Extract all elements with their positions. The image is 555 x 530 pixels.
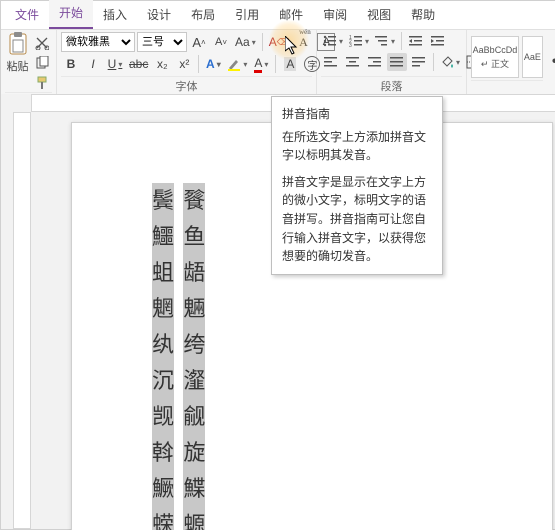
tab-help[interactable]: 帮助: [401, 0, 445, 29]
font-family-select[interactable]: 微软雅黑: [61, 32, 135, 52]
tab-home[interactable]: 开始: [49, 0, 93, 29]
underline-button[interactable]: U: [105, 55, 125, 73]
font-size-select[interactable]: 三号: [137, 32, 187, 52]
copy-button[interactable]: [32, 54, 52, 72]
align-dist-icon: [412, 56, 426, 68]
align-justify-button[interactable]: [387, 53, 407, 71]
char-shading-button[interactable]: A: [280, 55, 300, 73]
char[interactable]: 觊: [152, 399, 174, 435]
align-left-icon: [324, 56, 338, 68]
font-grow-button[interactable]: A˄: [189, 33, 209, 51]
align-center-button[interactable]: [343, 53, 363, 71]
tooltip-text1: 在所选文字上方添加拼音文字以标明其发音。: [282, 128, 432, 165]
char[interactable]: 魍: [152, 291, 174, 327]
char[interactable]: 餮: [183, 183, 205, 219]
highlight-icon: [227, 57, 241, 71]
style-normal-label: ↵ 正文: [481, 57, 509, 70]
tab-file[interactable]: 文件: [5, 0, 49, 29]
bullets-icon: [323, 35, 337, 47]
tooltip-text2: 拼音文字是显示在文字上方的微小文字，标明文字的语音拼写。拼音指南可让您自行输入拼…: [282, 173, 432, 266]
tab-review[interactable]: 审阅: [313, 0, 357, 29]
subscript-button[interactable]: x₂: [152, 55, 172, 73]
indent-dec-icon: [409, 35, 423, 47]
pinyin-guide-button[interactable]: wénA: [293, 33, 313, 51]
text-column-1[interactable]: 鬓鱷蛆魍纨沉觊斡鱖蝾: [152, 183, 174, 530]
tab-references[interactable]: 引用: [225, 0, 269, 29]
ribbon: 粘贴 剪贴板 微软雅黑 三号 A˄ A˅ Aa: [1, 30, 555, 96]
numbering-button[interactable]: 123: [347, 32, 371, 50]
svg-text:3: 3: [349, 43, 352, 47]
text-effects-button[interactable]: A: [203, 55, 223, 73]
char[interactable]: 鰈: [183, 471, 205, 507]
scissors-icon: [35, 36, 49, 50]
cut-button[interactable]: [32, 34, 52, 52]
char[interactable]: 旋: [183, 435, 205, 471]
font-group-label: 字体: [61, 76, 312, 95]
char[interactable]: 螈: [183, 507, 205, 530]
change-case-button[interactable]: Aa: [233, 33, 258, 51]
char[interactable]: 斡: [152, 435, 174, 471]
align-left-button[interactable]: [321, 53, 341, 71]
tab-view[interactable]: 视图: [357, 0, 401, 29]
char[interactable]: 蝾: [152, 507, 174, 530]
ruler-vertical[interactable]: [13, 112, 31, 529]
style-normal-preview: AaBbCcDd: [473, 45, 518, 55]
tab-layout[interactable]: 布局: [181, 0, 225, 29]
shading-button[interactable]: [438, 53, 462, 71]
highlight-button[interactable]: [225, 55, 249, 73]
clipboard-icon: [7, 32, 29, 56]
style-second-preview: AaE: [524, 52, 541, 62]
superscript-button[interactable]: x²: [174, 55, 194, 73]
strike-button[interactable]: abc: [127, 55, 150, 73]
font-shrink-button[interactable]: A˅: [211, 33, 231, 51]
paste-label: 粘贴: [7, 58, 29, 74]
align-right-button[interactable]: [365, 53, 385, 71]
align-distribute-button[interactable]: [409, 53, 429, 71]
copy-icon: [35, 56, 49, 70]
char[interactable]: 瀣: [183, 363, 205, 399]
numbering-icon: 123: [349, 35, 363, 47]
tab-mail[interactable]: 邮件: [269, 0, 313, 29]
text-column-2[interactable]: 餮鱼龉魎绔瀣觎旋鰈螈: [183, 183, 205, 530]
char[interactable]: 鬓: [152, 183, 174, 219]
char[interactable]: 沉: [152, 363, 174, 399]
paste-button[interactable]: 粘贴: [5, 32, 30, 74]
tab-design[interactable]: 设计: [137, 0, 181, 29]
char[interactable]: 鱖: [152, 471, 174, 507]
clear-format-button[interactable]: A⌫: [267, 33, 292, 51]
pinyin-tooltip: 拼音指南 在所选文字上方添加拼音文字以标明其发音。 拼音文字是显示在文字上方的微…: [271, 96, 443, 275]
indent-decrease-button[interactable]: [406, 32, 426, 50]
char[interactable]: 绔: [183, 327, 205, 363]
tab-insert[interactable]: 插入: [93, 0, 137, 29]
tab-bar: 文件 开始 插入 设计 布局 引用 邮件 审阅 视图 帮助: [1, 1, 555, 30]
styles-group-label: [471, 80, 543, 95]
char[interactable]: 龉: [183, 255, 205, 291]
char[interactable]: 蛆: [152, 255, 174, 291]
format-painter-button[interactable]: [32, 74, 52, 92]
char[interactable]: 觎: [183, 399, 205, 435]
text-content[interactable]: 鬓鱷蛆魍纨沉觊斡鱖蝾 餮鱼龉魎绔瀣觎旋鰈螈: [152, 183, 211, 530]
indent-inc-icon: [431, 35, 445, 47]
multilevel-button[interactable]: [373, 32, 397, 50]
char[interactable]: 魎: [183, 291, 205, 327]
bold-button[interactable]: B: [61, 55, 81, 73]
brush-icon: [35, 76, 49, 90]
italic-button[interactable]: I: [83, 55, 103, 73]
bullets-button[interactable]: [321, 32, 345, 50]
align-center-icon: [346, 56, 360, 68]
font-color-button[interactable]: A: [251, 55, 271, 73]
paragraph-group-label: 段落: [321, 76, 462, 95]
char[interactable]: 纨: [152, 327, 174, 363]
char[interactable]: 鱷: [152, 219, 174, 255]
indent-increase-button[interactable]: [428, 32, 448, 50]
align-right-icon: [368, 56, 382, 68]
style-normal[interactable]: AaBbCcDd ↵ 正文: [471, 36, 519, 78]
tooltip-title: 拼音指南: [282, 105, 432, 124]
char[interactable]: 鱼: [183, 219, 205, 255]
bucket-icon: [440, 55, 454, 69]
align-justify-icon: [390, 56, 404, 68]
style-second[interactable]: AaE: [522, 36, 543, 78]
multilevel-icon: [375, 35, 389, 47]
